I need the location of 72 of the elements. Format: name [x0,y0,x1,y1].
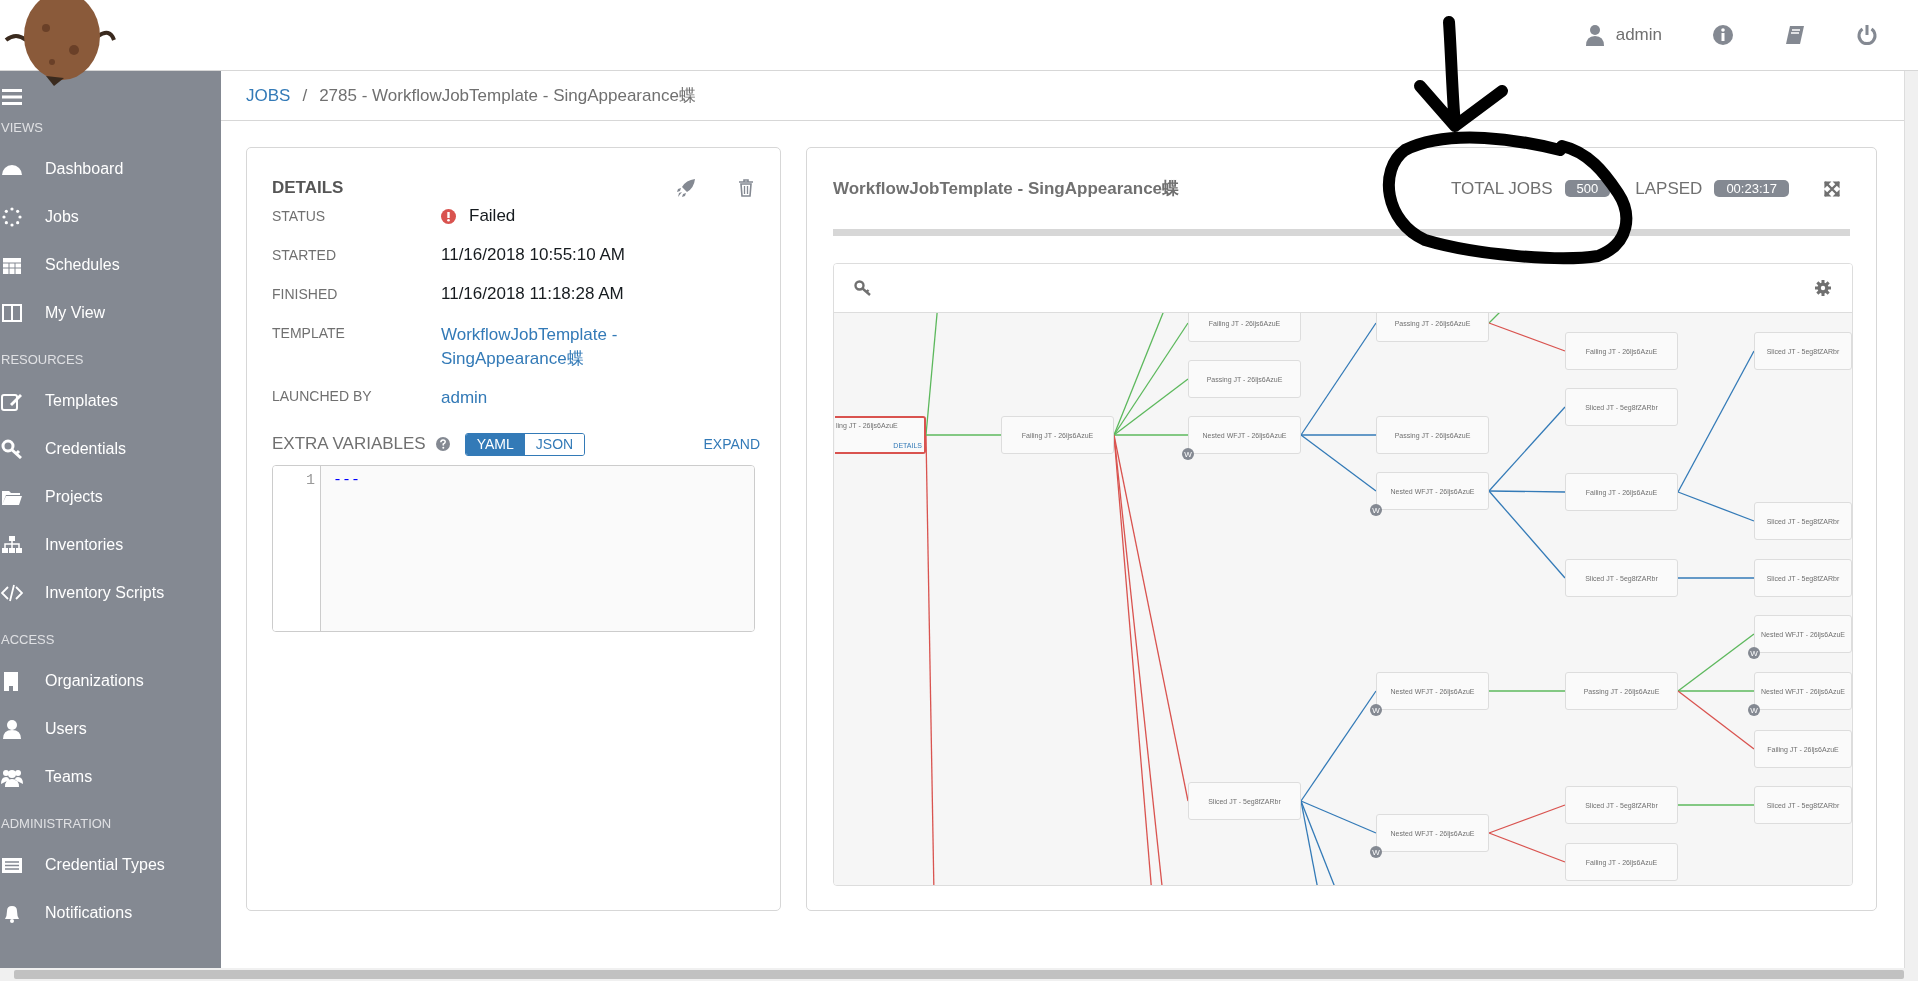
sidebar-item[interactable]: Dashboard [0,145,221,193]
node-badge: W [1370,704,1382,716]
stat-label: LAPSED [1635,178,1703,199]
fullscreen-icon[interactable] [1824,180,1840,197]
error-icon [441,208,456,224]
book-icon[interactable] [1784,24,1806,46]
scrollbar[interactable] [1904,71,1918,968]
sidebar-item[interactable]: Users [0,705,221,753]
count-badge: 500 [1564,180,1611,197]
node-badge: W [1748,704,1760,716]
field-value: 11/16/2018 11:18:28 AM [441,284,624,304]
field-value: 11/16/2018 10:55:10 AM [441,245,625,265]
menu-icon[interactable] [2,89,22,105]
nav-icon [1,391,23,411]
nav-icon [1,303,23,323]
nav-icon [1,583,23,603]
breadcrumb-current: 2785 - WorkflowJobTemplate - SingAppearance蝶 [319,85,696,107]
node-badge: W [1182,448,1194,460]
trash-icon[interactable] [738,179,754,197]
sidebar-item[interactable]: Credential Types [0,841,221,889]
node-badge: W [1370,846,1382,858]
sidebar-item[interactable]: Organizations [0,657,221,705]
sidebar-item[interactable]: Notifications [0,889,221,937]
time-badge: 00:23:17 [1714,180,1789,197]
section-heading: ADMINISTRATION [0,815,113,833]
help-icon[interactable] [435,437,450,451]
nav-icon [1,535,23,555]
section-heading: RESOURCES [0,351,85,369]
field-label: FINISHED [272,285,339,302]
sidebar-item[interactable]: Jobs [0,193,221,241]
user-icon[interactable] [1585,24,1604,46]
field-label: EXTRA VARIABLES [272,434,426,454]
nav-icon [1,439,23,459]
sidebar-item[interactable]: Projects [0,473,221,521]
nav-icon [1,767,23,787]
breadcrumb-link[interactable]: JOBS [246,85,291,106]
node-badge: W [1748,647,1760,659]
expand-link[interactable]: EXPAND [703,436,760,452]
panel-title: DETAILS [272,178,345,198]
sidebar-item[interactable]: My View [0,289,221,337]
panel-title: WorkflowJobTemplate - SingAppearance蝶 [833,178,1181,200]
field-label: STATUS [272,207,327,224]
field-label: LAUNCHED BY [272,387,373,404]
settings-icon[interactable] [1815,280,1831,296]
line-number: 1 [305,472,315,489]
code-editor[interactable]: 1 --- [272,465,755,632]
field-label: STARTED [272,246,338,263]
sidebar-item[interactable]: Inventory Scripts [0,569,221,617]
user-name[interactable]: admin [1615,25,1662,45]
breadcrumb-separator: / [302,85,308,106]
code-line: --- [333,472,361,489]
node-badge: W [1370,504,1382,516]
field-link[interactable]: admin [441,386,641,410]
field-label: TEMPLATE [272,324,346,341]
sidebar-item[interactable]: Templates [0,377,221,425]
sidebar-item[interactable]: Schedules [0,241,221,289]
mode-toggle[interactable]: YAML [465,433,525,455]
section-heading: ACCESS [0,631,56,649]
section-heading: VIEWS [0,119,44,137]
sidebar-item[interactable]: Inventories [0,521,221,569]
nav-icon [1,207,23,227]
status-value: Failed [469,206,516,226]
rocket-icon[interactable] [676,178,696,198]
nav-icon [1,719,23,739]
sidebar-item[interactable]: Teams [0,753,221,801]
scrollbar[interactable] [0,968,1918,981]
key-icon[interactable] [854,280,872,296]
stat-label: TOTAL JOBS [1450,178,1553,199]
info-icon[interactable] [1712,24,1734,46]
sidebar-item[interactable]: Credentials [0,425,221,473]
field-link[interactable]: WorkflowJobTemplate - SingAppearance蝶 [441,323,641,371]
power-icon[interactable] [1856,24,1878,46]
